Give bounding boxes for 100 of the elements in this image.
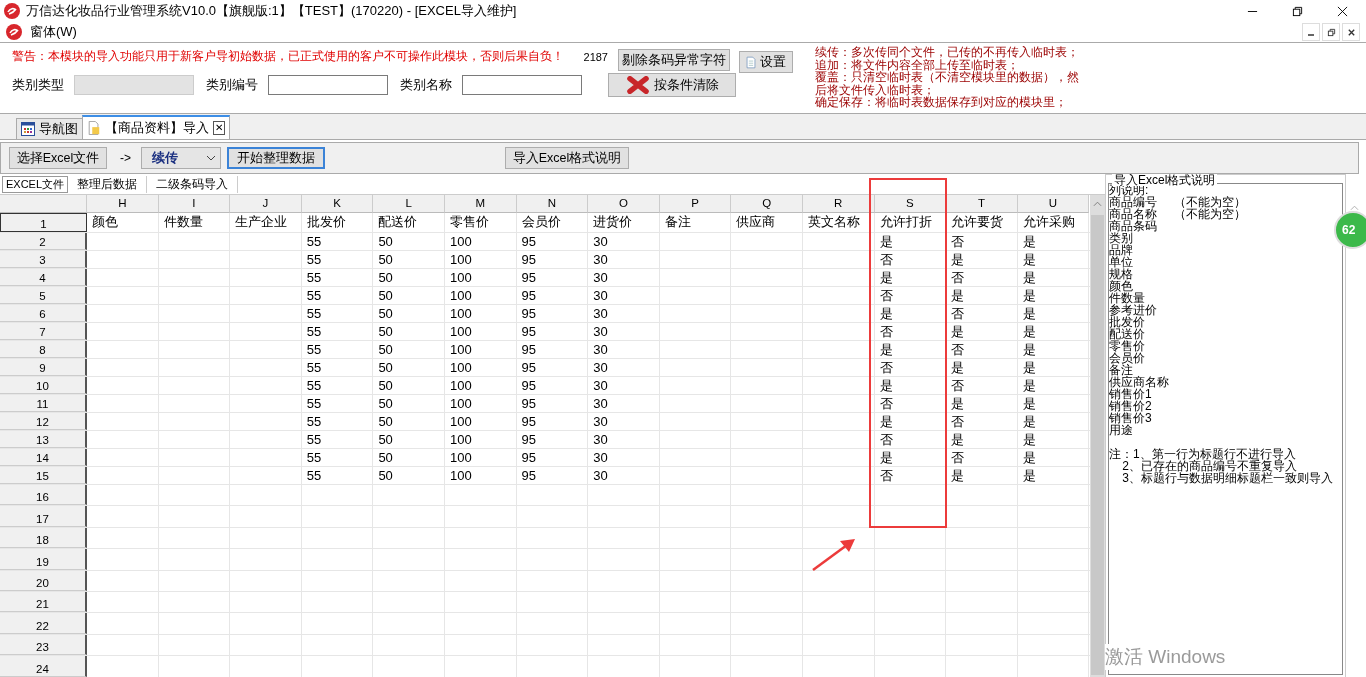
table-cell: 100 xyxy=(449,414,472,429)
column-header[interactable]: Q xyxy=(731,195,803,213)
column-header[interactable]: R xyxy=(802,195,875,213)
table-cell: 100 xyxy=(449,234,472,249)
row-header[interactable]: 7 xyxy=(0,323,87,340)
note-line: 零售价 xyxy=(1109,339,1145,353)
column-header[interactable]: J xyxy=(230,195,302,213)
note-line: 商品编号 （不能为空） xyxy=(1109,195,1246,209)
tab[interactable]: 【商品资料】导入 ✕ xyxy=(82,115,231,139)
caret-icon xyxy=(206,155,216,161)
table-cell: 会员价 xyxy=(521,214,561,229)
table-cell: 50 xyxy=(378,414,393,429)
column-header[interactable]: M xyxy=(444,195,517,213)
scrollbar[interactable] xyxy=(1090,195,1105,677)
table-cell: 是 xyxy=(951,360,965,375)
restore-icon[interactable] xyxy=(1292,5,1303,17)
table-cell: 95 xyxy=(521,234,537,249)
row-header[interactable]: 13 xyxy=(0,431,87,448)
clear-button[interactable]: 按条件清除 xyxy=(608,73,736,97)
row-header[interactable]: 23 xyxy=(0,634,87,656)
table-cell: 30 xyxy=(593,396,608,411)
input-field[interactable] xyxy=(268,75,388,95)
settings-button[interactable]: 设置 xyxy=(739,51,793,73)
window-menu[interactable]: 窗体(W) xyxy=(30,23,77,41)
row-header[interactable]: 10 xyxy=(0,377,87,394)
row-header[interactable]: 19 xyxy=(0,549,87,570)
column-header[interactable]: U xyxy=(1017,195,1090,213)
column-header[interactable]: S xyxy=(874,195,947,213)
table-cell: 是 xyxy=(1022,288,1036,303)
table-cell: 允许要货 xyxy=(951,214,1004,229)
row-header[interactable]: 14 xyxy=(0,449,87,466)
table-cell: 30 xyxy=(593,360,608,375)
row-header[interactable]: 6 xyxy=(0,305,87,322)
field-label: 类别编号 xyxy=(206,76,258,94)
column-header[interactable]: P xyxy=(659,195,732,213)
row-header[interactable]: 17 xyxy=(0,506,87,527)
row-header[interactable]: 1 xyxy=(0,213,87,232)
table-cell: 95 xyxy=(521,324,537,339)
table-cell: 否 xyxy=(951,450,965,465)
note-line: 类别 xyxy=(1109,231,1133,245)
column-header[interactable]: H xyxy=(87,195,159,213)
column-header[interactable]: N xyxy=(516,195,589,213)
row-header[interactable]: 16 xyxy=(0,485,87,506)
table-cell: 100 xyxy=(449,252,472,267)
sheet-tab[interactable]: 二级条码导入 xyxy=(147,175,239,193)
column-header[interactable]: T xyxy=(946,195,1018,213)
table-cell: 95 xyxy=(521,414,537,429)
note-line: 供应商名称 xyxy=(1109,375,1169,389)
row-header[interactable]: 4 xyxy=(0,269,87,286)
row-header[interactable]: 3 xyxy=(0,251,87,268)
row-header[interactable]: 24 xyxy=(0,656,87,677)
input-field[interactable] xyxy=(462,75,582,95)
close-icon[interactable] xyxy=(1337,5,1348,17)
row-header[interactable]: 12 xyxy=(0,413,87,430)
format-help-button[interactable]: 导入Excel格式说明 xyxy=(505,147,629,169)
column-header[interactable]: O xyxy=(588,195,660,213)
row-header[interactable]: 22 xyxy=(0,613,87,634)
row-header[interactable]: 18 xyxy=(0,527,87,549)
tab[interactable]: 导航图 xyxy=(16,118,83,139)
activation-text: 激活 Windows xyxy=(1105,644,1226,670)
table-cell: 是 xyxy=(879,306,893,321)
column-header[interactable]: L xyxy=(373,195,445,213)
close-tab-button[interactable]: ✕ xyxy=(213,121,226,135)
row-header[interactable]: 11 xyxy=(0,395,87,412)
table-cell: 30 xyxy=(593,450,608,465)
row-header[interactable]: 8 xyxy=(0,341,87,358)
restore-icon xyxy=(1326,27,1336,37)
column-header[interactable]: I xyxy=(158,195,231,213)
scroll-thumb[interactable] xyxy=(1091,215,1104,675)
start-button[interactable]: 开始整理数据 xyxy=(227,147,325,169)
sheet-tab[interactable]: 整理后数据 xyxy=(68,175,148,193)
mode-dropdown[interactable]: 续传 xyxy=(141,147,221,169)
sheet-tab[interactable]: EXCEL文件 xyxy=(2,175,69,193)
column-header[interactable]: K xyxy=(301,195,374,213)
table-cell: 50 xyxy=(378,306,393,321)
corner-cell[interactable] xyxy=(0,195,87,213)
table-cell: 否 xyxy=(879,252,893,267)
table-cell: 95 xyxy=(521,270,537,285)
row-header[interactable]: 9 xyxy=(0,359,87,376)
mdi-minimize-button[interactable] xyxy=(1302,23,1320,41)
choose-file-button[interactable]: 选择Excel文件 xyxy=(9,147,107,169)
table-cell: 50 xyxy=(378,432,393,447)
field-label: 类别名称 xyxy=(400,76,452,94)
table-cell: 55 xyxy=(306,342,322,357)
table-cell: 零售价 xyxy=(449,214,489,229)
table-cell: 是 xyxy=(1022,450,1036,465)
row-header[interactable]: 21 xyxy=(0,591,87,613)
remove-barcode-button[interactable]: 剔除条码异常字符 xyxy=(618,49,730,71)
note-line: 注：1、第一行为标题行不进行导入 xyxy=(1109,447,1296,461)
row-header[interactable]: 5 xyxy=(0,287,87,304)
table-cell: 否 xyxy=(951,414,965,429)
row-header[interactable]: 15 xyxy=(0,467,87,484)
row-header[interactable]: 20 xyxy=(0,570,87,591)
note-line: 批发价 xyxy=(1109,315,1145,329)
row-header[interactable]: 2 xyxy=(0,233,87,250)
table-cell: 55 xyxy=(306,252,322,267)
mdi-close-button[interactable] xyxy=(1342,23,1360,41)
table-cell: 允许采购 xyxy=(1022,214,1075,229)
mdi-restore-button[interactable] xyxy=(1322,23,1340,41)
table-cell: 是 xyxy=(951,324,965,339)
